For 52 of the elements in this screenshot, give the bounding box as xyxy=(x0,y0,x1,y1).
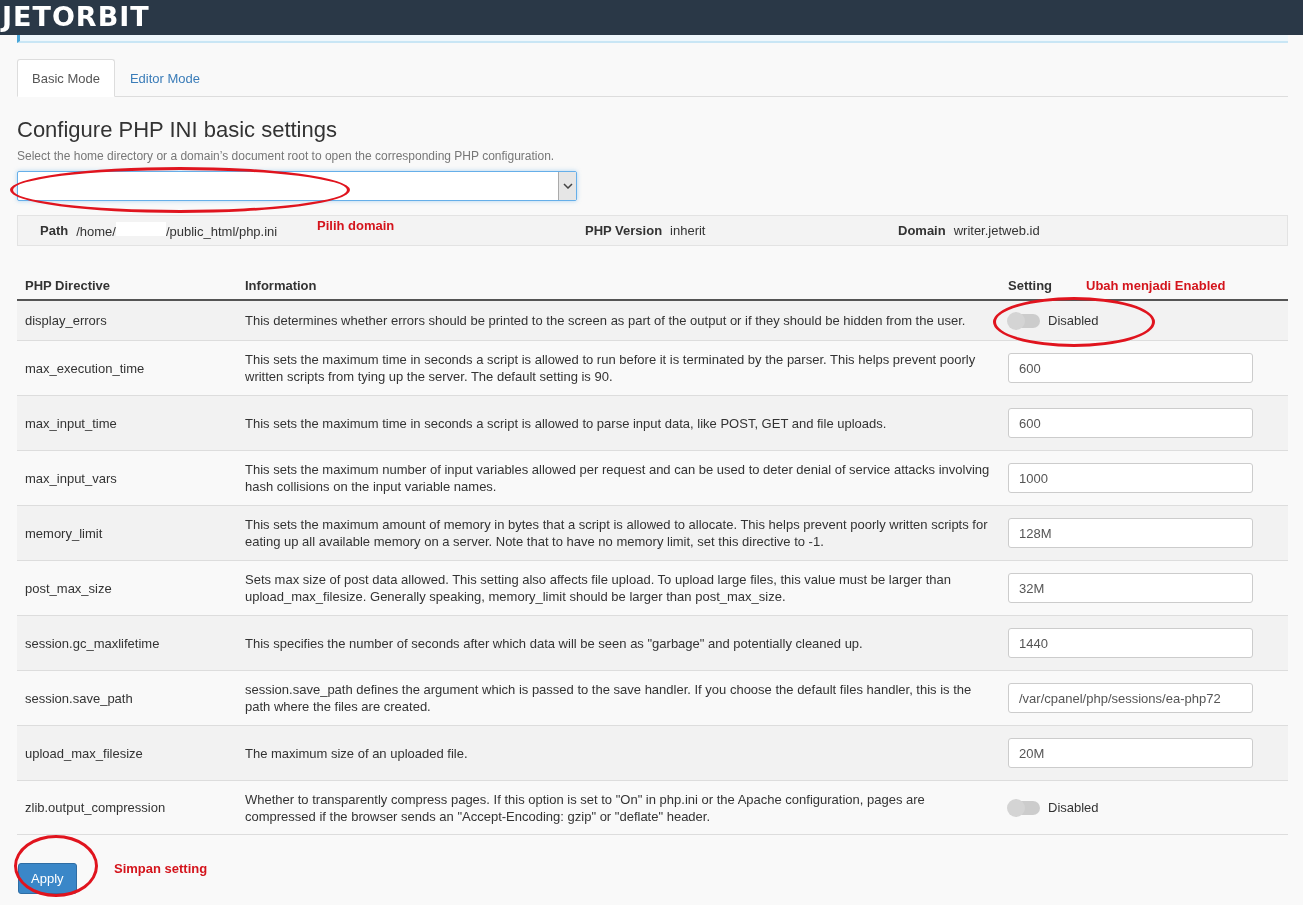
toggle-switch[interactable] xyxy=(1008,800,1040,815)
directive-name: upload_max_filesize xyxy=(25,745,143,761)
tab[interactable]: Basic Mode xyxy=(17,59,115,97)
tab[interactable]: Editor Mode xyxy=(114,59,215,97)
version-value: inherit xyxy=(670,223,706,238)
annotation-note: Simpan setting xyxy=(114,861,208,876)
directive-name: session.save_path xyxy=(25,690,133,706)
setting-field[interactable]: 128M xyxy=(1008,518,1253,548)
domain-select[interactable] xyxy=(17,171,577,201)
version-label: PHP Version xyxy=(585,223,663,238)
directive-info: This determines whether errors should be printed to the screen as part of the output or if they should be hidden from the user. xyxy=(245,313,966,328)
setting-field[interactable]: /var/cpanel/php/sessions/ea-php72 xyxy=(1008,683,1253,713)
setting-field[interactable]: 32M xyxy=(1008,573,1253,603)
column-header: Setting xyxy=(1008,278,1053,293)
directive-name: zlib.output_compression xyxy=(25,800,166,815)
domain-value: writer.jetweb.id xyxy=(953,223,1040,238)
directive-name: max_execution_time xyxy=(25,360,145,376)
toggle-label: Disabled xyxy=(1048,800,1099,815)
path-value: /home/ /public_html/php.ini xyxy=(76,222,278,239)
directive-info: Sets max size of post data allowed. This setting also affects file upload. To upload large files, this value must be larger than upload_max_filesize. Generally speaking, memory_limit should be larger than post_max_size. xyxy=(245,572,951,604)
directive-info: Whether to transparently compress pages. If this option is set to "On" in php.ini or the Apache configuration, pages are compressed if the browser sends an "Accept-Encoding: gzip" or "deflate" header. xyxy=(245,791,925,824)
caret-icon xyxy=(558,172,576,200)
directive-info: This sets the maximum time in seconds a script is allowed to run before it is terminated by the parser. This helps prevent poorly written scripts from tying up the server. The default setting is 90. xyxy=(245,352,976,384)
directive-name: max_input_time xyxy=(25,415,117,431)
toggle-label: Disabled xyxy=(1048,313,1099,328)
column-header: Information xyxy=(245,278,317,293)
column-header: PHP Directive xyxy=(25,278,111,293)
domain-label: Domain xyxy=(898,223,946,238)
setting-field[interactable]: 20M xyxy=(1008,738,1253,768)
logo: JETORBIT xyxy=(2,2,150,32)
directive-name: display_errors xyxy=(25,313,107,328)
directive-name: session.gc_maxlifetime xyxy=(25,635,160,651)
page-subtitle: Select the home directory or a domain’s document root to open the corresponding PHP configuration. xyxy=(17,149,556,163)
setting-field[interactable]: 600 xyxy=(1008,408,1253,438)
directive-info: This sets the maximum time in seconds a script is allowed to parse input data, like POST, GET and file uploads. xyxy=(245,415,887,431)
directive-info: This specifies the number of seconds after which data will be seen as "garbage" and potentially cleaned up. xyxy=(245,635,863,651)
directive-name: max_input_vars xyxy=(25,470,117,486)
directive-name: post_max_size xyxy=(25,580,112,596)
directive-info: session.save_path defines the argument which is passed to the save handler. If you choose the default files handler, this is the path where the files are created. xyxy=(245,682,972,714)
annotation-note: Pilih domain xyxy=(317,218,395,233)
annotation-note: Ubah menjadi Enabled xyxy=(1086,278,1226,293)
directive-name: memory_limit xyxy=(25,525,103,541)
directive-info: This sets the maximum number of input variables allowed per request and can be used to deter denial of service attacks involving hash collisions on the input variable names. xyxy=(245,462,990,494)
apply-button[interactable]: Apply xyxy=(18,863,77,894)
path-label: Path xyxy=(40,223,69,238)
toggle-switch[interactable] xyxy=(1008,313,1040,328)
directive-info: This sets the maximum amount of memory in bytes that a script is allowed to allocate. This helps prevent poorly written scripts for eating up all available memory on a server. Note that to have no memory limit, set this directive to -1. xyxy=(245,517,988,549)
setting-field[interactable]: 600 xyxy=(1008,353,1253,383)
setting-field[interactable]: 1000 xyxy=(1008,463,1253,493)
directive-info: The maximum size of an uploaded file. xyxy=(245,745,468,761)
setting-field[interactable]: 1440 xyxy=(1008,628,1253,658)
page-title: Configure PHP INI basic settings xyxy=(17,117,338,143)
